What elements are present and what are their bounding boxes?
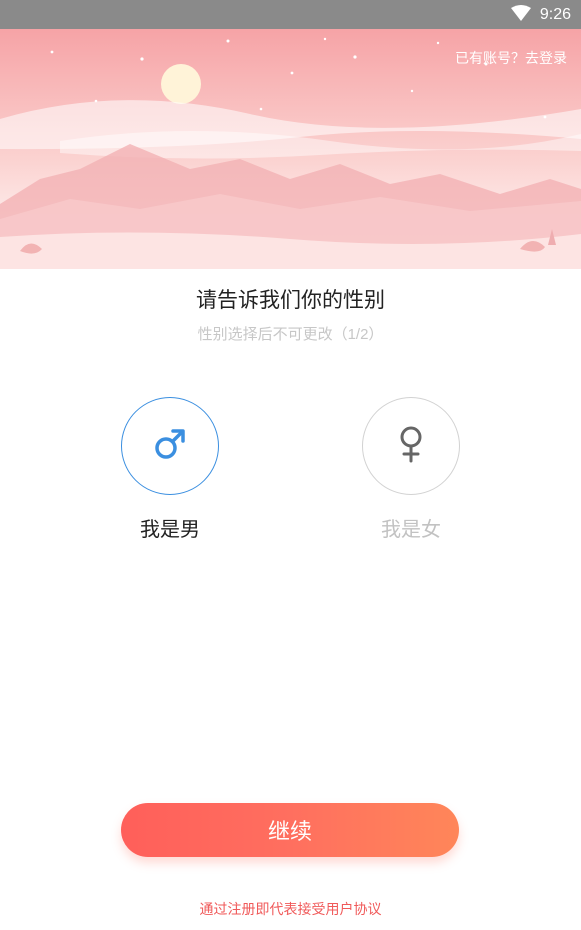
status-time: 9:26 [539,5,571,23]
female-symbol-icon [393,424,429,468]
login-link[interactable]: 已有账号？去登录 [455,48,567,68]
gender-label-male: 我是男 [140,519,200,541]
page-subtitle: 性别选择后不可更改（1/2） [197,326,384,343]
male-symbol-icon [152,426,188,466]
status-right: 9:26 [510,0,571,29]
wifi-icon [510,4,532,25]
status-bar: 9:26 [0,0,581,29]
gender-circle-male[interactable] [121,397,219,495]
gender-label-female: 我是女 [381,519,441,541]
continue-button[interactable]: 继续 [121,803,459,857]
gender-circle-female[interactable] [362,397,460,495]
gender-option-male[interactable]: 我是男 [110,397,230,542]
gender-option-female[interactable]: 我是女 [351,397,471,542]
page-title: 请告诉我们你的性别 [196,289,385,312]
user-agreement-link[interactable]: 通过注册即代表接受用户协议 [0,899,581,919]
